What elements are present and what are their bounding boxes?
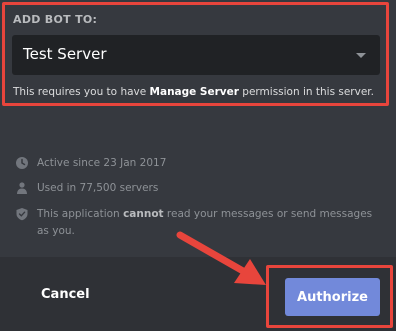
- shield-icon: [16, 208, 28, 221]
- used-in-text: Used in 77,500 servers: [37, 182, 159, 194]
- active-since-text: Active since 23 Jan 2017: [37, 157, 167, 169]
- privacy-text-prefix: This application: [37, 208, 124, 220]
- privacy-text-bold: cannot: [123, 208, 164, 220]
- authorize-highlight: [266, 265, 393, 328]
- authorize-panel: ADD BOT TO: Test Server This requires yo…: [0, 0, 396, 257]
- users-icon: [17, 182, 27, 194]
- add-bot-highlight: [2, 2, 389, 106]
- arrow-annotation: [176, 231, 266, 285]
- clock-icon: [16, 157, 28, 169]
- cancel-button[interactable]: Cancel: [41, 287, 90, 302]
